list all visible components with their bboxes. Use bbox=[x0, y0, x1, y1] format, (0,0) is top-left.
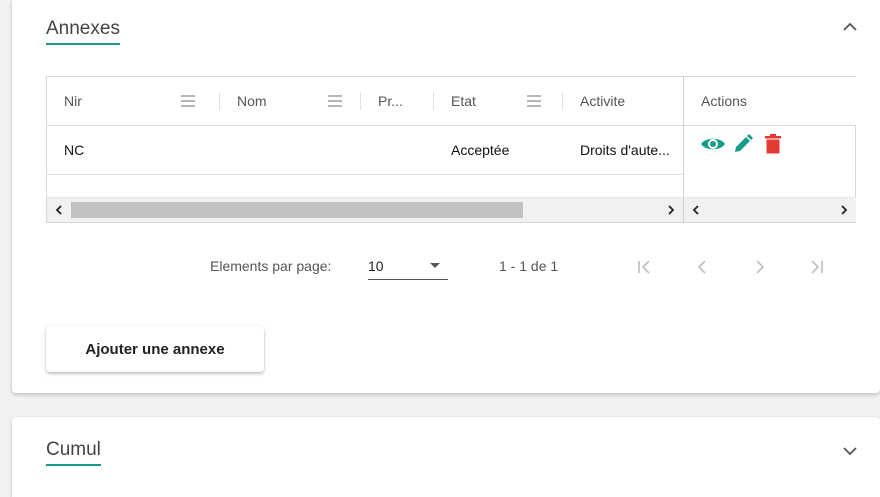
actions-header: Actions bbox=[684, 77, 856, 126]
annexes-panel: Annexes Nir Nom Pr... Etat Activite NC A… bbox=[12, 0, 880, 393]
next-page-icon[interactable] bbox=[745, 252, 775, 282]
horizontal-scrollbar[interactable] bbox=[47, 197, 683, 222]
column-header-etat[interactable]: Etat bbox=[434, 77, 562, 125]
column-header-actions: Actions bbox=[684, 77, 854, 125]
annexes-table: Nir Nom Pr... Etat Activite NC Acceptée … bbox=[46, 76, 856, 223]
page-range: 1 - 1 de 1 bbox=[499, 258, 559, 274]
column-label-nir: Nir bbox=[64, 93, 82, 109]
dropdown-arrow-icon bbox=[430, 263, 440, 268]
cell-pr bbox=[378, 126, 428, 174]
page-size-select[interactable]: 10 bbox=[368, 254, 448, 280]
scroll-left-icon[interactable] bbox=[47, 198, 71, 222]
page-size-value: 10 bbox=[368, 258, 384, 274]
last-page-icon[interactable] bbox=[801, 252, 831, 282]
page-size-label: Elements par page: bbox=[210, 258, 332, 274]
row-actions bbox=[700, 131, 786, 157]
chevron-up-icon[interactable] bbox=[842, 18, 858, 34]
cell-activite: Droits d'aute... bbox=[580, 142, 670, 158]
paginator: Elements par page: 10 1 - 1 de 1 bbox=[12, 250, 880, 282]
actions-column: Actions bbox=[683, 77, 856, 222]
table-header: Nir Nom Pr... Etat Activite bbox=[47, 77, 683, 126]
table-scroll-area: Nir Nom Pr... Etat Activite NC Acceptée … bbox=[47, 77, 683, 222]
scroll-right-icon[interactable] bbox=[832, 198, 856, 222]
chevron-down-icon[interactable] bbox=[842, 443, 858, 459]
actions-scrollbar[interactable] bbox=[684, 197, 856, 222]
column-label-actions: Actions bbox=[701, 93, 747, 109]
scroll-left-icon[interactable] bbox=[684, 198, 708, 222]
cell-nir: NC bbox=[64, 142, 85, 158]
scrollbar-thumb[interactable] bbox=[71, 202, 523, 218]
column-label-nom: Nom bbox=[237, 93, 267, 109]
column-header-activite[interactable]: Activite bbox=[563, 77, 683, 125]
annexes-title[interactable]: Annexes bbox=[46, 17, 120, 45]
trash-icon[interactable] bbox=[760, 131, 786, 157]
scroll-right-icon[interactable] bbox=[659, 198, 683, 222]
column-label-pr: Pr... bbox=[378, 93, 403, 109]
cell-etat: Acceptée bbox=[451, 142, 510, 158]
column-label-etat: Etat bbox=[451, 93, 476, 109]
cell-nom bbox=[237, 126, 357, 174]
first-page-icon[interactable] bbox=[630, 252, 660, 282]
column-header-pr[interactable]: Pr... bbox=[361, 77, 433, 125]
column-menu-icon[interactable] bbox=[181, 95, 195, 107]
column-label-activite: Activite bbox=[580, 93, 626, 109]
add-annex-button[interactable]: Ajouter une annexe bbox=[46, 326, 264, 372]
eye-icon[interactable] bbox=[700, 131, 726, 157]
prev-page-icon[interactable] bbox=[687, 252, 717, 282]
column-menu-icon[interactable] bbox=[527, 95, 541, 107]
pencil-icon[interactable] bbox=[730, 131, 756, 157]
column-menu-icon[interactable] bbox=[328, 95, 342, 107]
cumul-panel: Cumul bbox=[12, 417, 880, 497]
table-row[interactable]: NC Acceptée Droits d'aute... bbox=[47, 126, 683, 175]
cumul-title[interactable]: Cumul bbox=[46, 438, 101, 466]
